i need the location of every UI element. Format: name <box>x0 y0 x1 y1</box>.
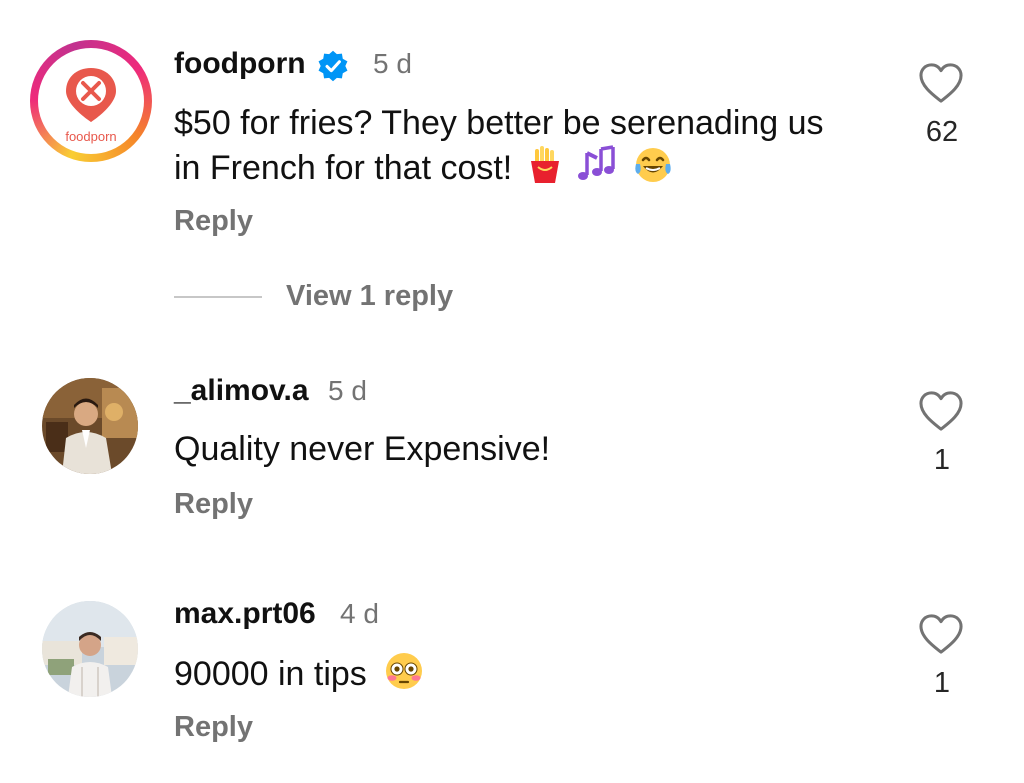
avatar[interactable] <box>42 601 138 697</box>
timestamp: 4 d <box>340 598 379 629</box>
flushed-face-emoji-icon <box>386 653 423 689</box>
like-heart-icon[interactable] <box>918 613 964 655</box>
comment-text: 90000 in tips <box>174 651 904 696</box>
comment-max: max.prt06 4 d 90000 in tips Reply 1 <box>0 0 1024 783</box>
like-count: 1 <box>933 667 951 699</box>
reply-button[interactable]: Reply <box>174 711 253 744</box>
username[interactable]: max.prt06 <box>174 597 316 631</box>
avatar-photo-icon <box>42 601 138 697</box>
